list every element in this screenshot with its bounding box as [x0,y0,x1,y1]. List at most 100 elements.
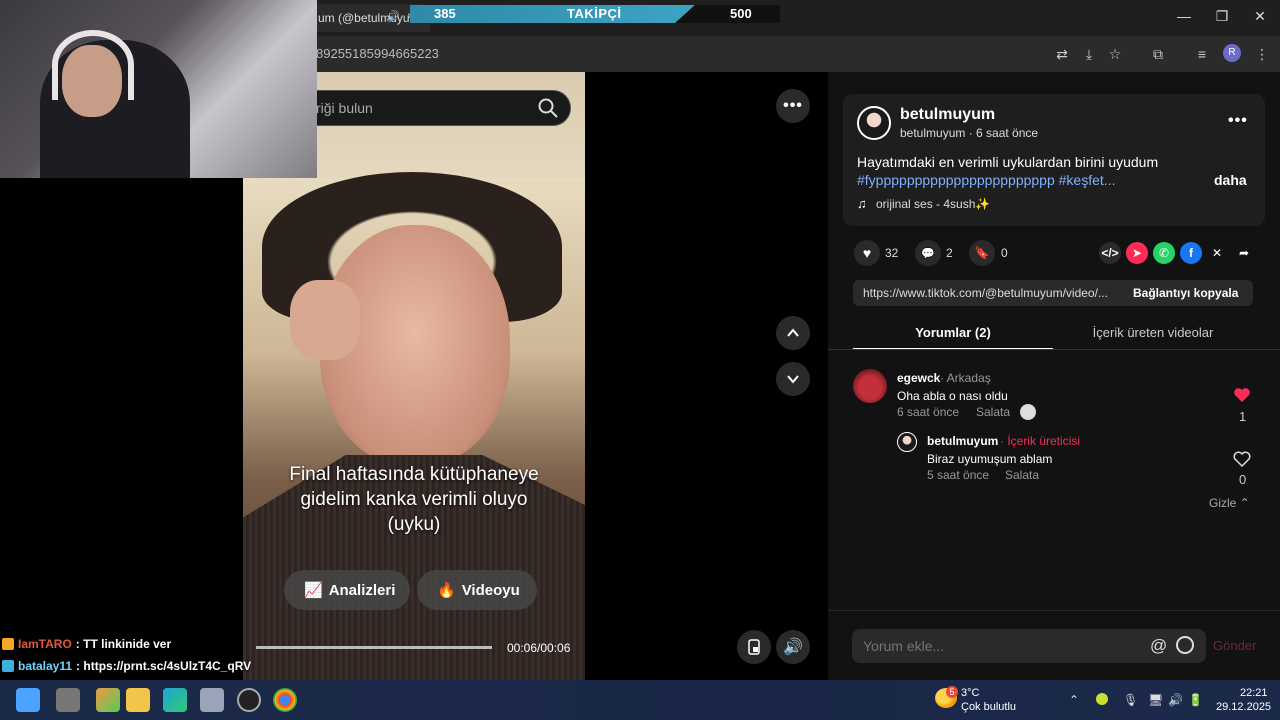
previous-video-button[interactable] [776,316,810,350]
chrome-icon[interactable] [273,688,297,712]
reaction-avatar-icon [1020,404,1036,420]
promote-button[interactable]: 🔥 Videoyu [417,570,537,610]
minimize-button[interactable]: — [1174,8,1194,24]
chevron-up-icon [787,328,799,337]
chevron-down-icon [787,375,799,384]
network-icon[interactable]: 🖥 [1148,693,1163,707]
expand-description-link[interactable]: daha [1214,172,1247,188]
comment-time: 6 saat önce [897,405,960,419]
volume-button[interactable]: 🔊 [776,630,810,664]
analytics-button[interactable]: 📈 Analizleri [284,570,410,610]
picture-in-picture-button[interactable] [737,630,771,664]
reply-text: Biraz uyumuşum ablam [927,452,1053,466]
forward-icon[interactable]: ➦ [1233,242,1255,264]
send-icon[interactable]: ➤ [1126,242,1148,264]
media-controls-icon[interactable]: ≡ [1192,44,1212,64]
translate-icon[interactable]: ⇄ [1052,44,1072,64]
share-link-url[interactable]: https://www.tiktok.com/@betulmuyum/video… [863,286,1108,300]
copy-link-button[interactable]: Bağlantıyı kopyala [1133,286,1238,300]
bookmark-star-icon[interactable]: ☆ [1105,44,1125,64]
store-icon[interactable] [200,688,224,712]
clock-time[interactable]: 22:21 [1240,687,1268,699]
whatsapp-icon[interactable]: ✆ [1153,242,1175,264]
creator-badge: · İçerik üreticisi [1000,434,1081,448]
speaker-icon[interactable]: 🔊 [386,10,400,23]
like-count: 32 [885,246,899,260]
comment-count: 2 [946,246,953,260]
follower-goal-label: TAKİPÇİ [567,6,622,21]
tray-app-icon[interactable] [1096,693,1108,705]
clock-date[interactable]: 29.12.2025 [1216,701,1271,713]
webcam-overlay [0,0,317,178]
file-explorer-icon[interactable] [126,688,150,712]
chat-text: : https://prnt.sc/4sUlzT4C_qRV [76,659,252,673]
next-video-button[interactable] [776,362,810,396]
comment-reply-link[interactable]: Salata [976,405,1010,419]
facebook-icon[interactable]: f [1180,242,1202,264]
post-hashtags[interactable]: #fyppppppppppppppppppppppp #keşfet... [857,172,1115,188]
battery-icon[interactable]: 🔋 [1188,693,1203,707]
comment-author-tag: · Arkadaş [940,371,991,385]
close-window-button[interactable]: ✕ [1250,8,1270,25]
video-content-hand [290,280,360,360]
embed-icon[interactable]: </> [1099,242,1121,264]
like-button[interactable]: ♥ [854,240,880,266]
comment-author[interactable]: egewck [897,371,940,385]
search-icon[interactable] [537,97,559,119]
video-progress-fill [256,646,492,649]
install-app-icon[interactable]: ⤓ [1079,44,1099,64]
reply-like-count: 0 [1239,472,1247,487]
post-more-icon[interactable]: ••• [1228,112,1248,130]
more-options-button[interactable]: ••• [776,89,810,123]
comment-button[interactable]: 💬 [915,240,941,266]
avatar[interactable] [857,106,891,140]
bookmark-icon: 🔖 [974,246,990,260]
obs-icon[interactable] [237,688,261,712]
taskbar [0,680,1280,720]
search-taskbar-icon[interactable] [56,688,80,712]
weather-description: Çok bulutlu [961,701,1017,713]
volume-tray-icon[interactable]: 🔊 [1168,693,1183,707]
widgets-icon[interactable] [96,688,120,712]
chat-username: IamTARO [18,637,72,651]
search-input[interactable]: riği bulun [316,100,373,116]
browser-menu-icon[interactable]: ⋮ [1252,44,1272,64]
tab-creator-videos[interactable]: İçerik üreten videolar [1053,318,1253,350]
speaker-icon: 🔊 [783,639,803,656]
sound-link[interactable]: orijinal ses - 4sush✨ [876,197,990,211]
emoji-icon[interactable] [1176,636,1194,654]
chat-badge-icon [2,638,14,650]
reply-reply-link[interactable]: Salata [1005,468,1039,482]
start-icon[interactable] [16,688,40,712]
url-field[interactable]: 89255185994665223 [316,46,439,61]
author-username[interactable]: betulmuyum [900,106,995,124]
tabs-divider [828,349,1280,350]
hide-replies-button[interactable]: Gizle ⌃ [1209,496,1250,510]
tab-comments[interactable]: Yorumlar (2) [853,318,1053,350]
comment-text: Oha abla o nası oldu [897,389,1008,403]
chat-username: batalay11 [18,659,73,673]
save-button[interactable]: 🔖 [969,240,995,266]
mention-icon[interactable]: @ [1150,636,1167,656]
chat-text: : TT linkinide ver [75,637,172,651]
tray-chevron-icon[interactable]: ⌃ [1069,693,1079,707]
edge-icon[interactable] [163,688,187,712]
extensions-icon[interactable]: ⧉ [1148,44,1168,64]
promote-label: Videoyu [461,581,520,599]
x-icon[interactable]: ✕ [1206,242,1228,264]
microphone-icon[interactable]: 🎙 [1123,693,1138,707]
heart-outline-icon[interactable] [1233,451,1251,467]
follower-goal-target: 500 [730,6,752,21]
avatar[interactable] [897,432,917,452]
chart-icon: 📈 [304,582,323,599]
send-comment-button[interactable]: Gönder [1213,638,1256,653]
ellipsis-icon: ••• [783,97,803,114]
save-count: 0 [1001,246,1008,260]
heart-filled-icon[interactable] [1233,387,1251,403]
profile-avatar[interactable]: R [1223,44,1241,62]
reply-author[interactable]: betulmuyum [927,434,998,448]
post-description: Hayatımdaki en verimli uykulardan birini… [857,154,1159,170]
comment-bubble-icon: 💬 [921,247,935,260]
avatar[interactable] [853,369,887,403]
maximize-button[interactable]: ❐ [1212,8,1232,25]
